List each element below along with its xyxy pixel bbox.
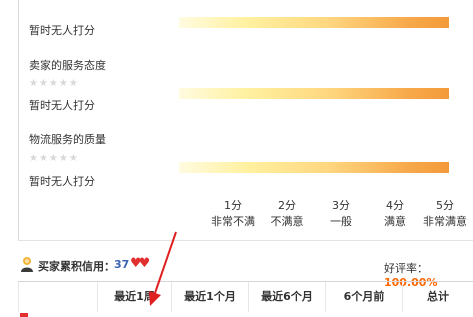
scale-label: 非常不满 <box>211 215 255 228</box>
stars-service: ★★★★★ <box>29 78 79 89</box>
rating-label-service: 卖家的服务态度 <box>29 59 106 72</box>
user-icon <box>21 257 33 272</box>
scale-label: 一般 <box>330 215 352 228</box>
credit-score[interactable]: 37 <box>114 258 129 271</box>
no-rating-text-2: 暂时无人打分 <box>29 99 95 112</box>
buyer-credit-bar: 买家累积信用： 37 ♥♥ 好评率：100.00% <box>18 248 473 289</box>
credit-label: 买家累积信用： <box>38 260 115 273</box>
stars-logistics: ★★★★★ <box>29 153 79 164</box>
section-divider <box>18 240 473 241</box>
scale-tick-3: 3分 一般 <box>311 198 371 230</box>
rating-bar-service <box>179 88 449 99</box>
rating-bar-logistics <box>179 162 449 173</box>
tab-last-month[interactable]: 最近1个月 <box>171 282 248 312</box>
tab-last-6-months[interactable]: 最近6个月 <box>248 282 325 312</box>
scale-tick-2: 2分 不满意 <box>257 198 317 230</box>
scale-tick-5: 5分 非常满意 <box>415 198 473 230</box>
tab-last-week[interactable]: 最近1周 <box>97 282 171 312</box>
rating-label-logistics: 物流服务的质量 <box>29 133 106 146</box>
scale-score: 5分 <box>436 199 454 212</box>
table-header-blank <box>18 282 97 312</box>
rating-scale: 1分 非常不满 2分 不满意 3分 一般 4分 满意 5分 非常满意 <box>19 198 473 240</box>
tab-total[interactable]: 总计 <box>402 282 473 312</box>
credit-rating-page: 暂时无人打分 卖家的服务态度 ★★★★★ 暂时无人打分 物流服务的质量 ★★★★… <box>0 0 473 317</box>
scale-score: 1分 <box>224 199 242 212</box>
good-rate-label: 好评率： <box>384 262 428 275</box>
tab-before-6-months[interactable]: 6个月前 <box>325 282 402 312</box>
rating-bar-description <box>179 17 449 28</box>
scale-tick-1: 1分 非常不满 <box>203 198 263 230</box>
credit-history-table: 最近1周 最近1个月 最近6个月 6个月前 总计 <box>18 281 473 317</box>
row-marker-icon <box>20 313 28 317</box>
dsr-rating-panel: 暂时无人打分 卖家的服务态度 ★★★★★ 暂时无人打分 物流服务的质量 ★★★★… <box>18 0 473 240</box>
scale-score: 3分 <box>332 199 350 212</box>
scale-score: 2分 <box>278 199 296 212</box>
no-rating-text-3: 暂时无人打分 <box>29 175 95 188</box>
no-rating-text-1: 暂时无人打分 <box>29 24 95 37</box>
heart-icon[interactable]: ♥♥ <box>130 256 150 271</box>
scale-label: 非常满意 <box>423 215 467 228</box>
scale-label: 不满意 <box>270 215 304 228</box>
